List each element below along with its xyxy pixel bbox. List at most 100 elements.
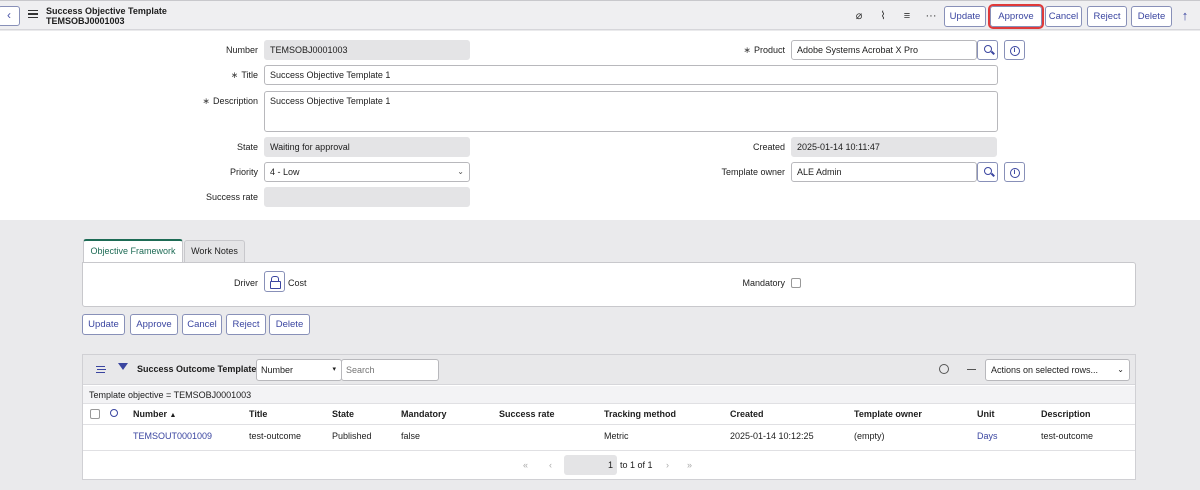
- product-field[interactable]: Adobe Systems Acrobat X Pro: [791, 40, 977, 60]
- title-label: ∗ Title: [230, 70, 258, 80]
- header-update-button[interactable]: Update: [944, 6, 986, 27]
- attachment-icon[interactable]: ⌀: [853, 10, 865, 22]
- column-header-number[interactable]: Number ▲: [133, 408, 176, 422]
- mandatory-checkbox[interactable]: [791, 278, 801, 288]
- sort-ascending-icon: ▲: [169, 412, 177, 419]
- update-button[interactable]: Update: [82, 314, 125, 335]
- more-icon[interactable]: ···: [925, 10, 937, 22]
- search-field-select[interactable]: Number ▾: [256, 359, 342, 381]
- column-header-title[interactable]: Title: [249, 408, 267, 420]
- column-header-success-rate[interactable]: Success rate: [499, 408, 555, 420]
- template-owner-lookup-button[interactable]: [977, 162, 998, 182]
- table-cell-title: test-outcome: [249, 431, 302, 441]
- record-form: Number TEMSOBJ0001003 ∗ Title Success Obj…: [0, 31, 1200, 220]
- column-header-created[interactable]: Created: [730, 408, 764, 420]
- table-cell-description: test-outcome: [1041, 431, 1094, 441]
- template-owner-field[interactable]: ALE Admin: [791, 162, 977, 182]
- arrow-up-icon[interactable]: ↑: [1178, 8, 1192, 24]
- column-header-template-owner[interactable]: Template owner: [854, 408, 922, 420]
- list-search-input[interactable]: [341, 359, 439, 381]
- search-icon: [983, 167, 992, 175]
- form-header: ‹ Success Objective Template TEMSOBJ0001…: [0, 0, 1200, 30]
- driver-value: Cost: [288, 278, 307, 288]
- chevron-left-icon: ‹: [7, 8, 11, 22]
- search-icon: [983, 45, 992, 53]
- info-icon: i: [1009, 168, 1020, 178]
- pager-text: to 1 of 1: [620, 460, 653, 470]
- table-cell-tracking-method: Metric: [604, 431, 629, 441]
- success-rate-field: [264, 187, 470, 207]
- activity-icon[interactable]: ⌇: [877, 10, 889, 22]
- related-list: Success Outcome Templates Number▾ Action…: [82, 354, 1136, 480]
- lock-icon[interactable]: [264, 271, 285, 292]
- product-lookup-button[interactable]: [977, 40, 998, 60]
- column-header-mandatory[interactable]: Mandatory: [401, 408, 447, 420]
- tab-work-notes[interactable]: Work Notes: [184, 240, 245, 262]
- back-button[interactable]: ‹: [0, 6, 20, 26]
- success-rate-label: Success rate: [205, 192, 258, 202]
- select-all-checkbox[interactable]: [90, 409, 100, 419]
- template-owner-label: Template owner: [721, 167, 785, 177]
- filter-icon[interactable]: [118, 363, 128, 370]
- collapse-icon[interactable]: [967, 369, 976, 371]
- list-menu-icon-bar: [97, 369, 106, 371]
- description-field[interactable]: Success Objective Template 1: [264, 91, 998, 132]
- filter-breadcrumb[interactable]: Template objective = TEMSOBJ0001003: [83, 386, 1135, 404]
- row-divider: [83, 450, 1135, 451]
- column-header-tracking-method[interactable]: Tracking method: [604, 408, 676, 420]
- table-cell-unit[interactable]: Days: [977, 430, 998, 442]
- chevron-down-icon: ⌄: [457, 167, 464, 176]
- header-reject-button[interactable]: Reject: [1087, 6, 1127, 27]
- related-list-title: Success Outcome Templates: [137, 364, 262, 374]
- column-search-icon[interactable]: [110, 409, 118, 417]
- state-field: Waiting for approval: [264, 137, 470, 157]
- header-divider: [83, 424, 1135, 425]
- header-delete-button[interactable]: Delete: [1131, 6, 1172, 27]
- required-icon: ∗: [743, 45, 751, 55]
- driver-label: Driver: [234, 278, 258, 288]
- title-field[interactable]: Success Objective Template 1: [264, 65, 998, 85]
- table-cell-mandatory: false: [401, 431, 421, 441]
- header-approve-button[interactable]: Approve: [988, 4, 1044, 29]
- page-input[interactable]: 1: [564, 455, 617, 475]
- table-cell-number[interactable]: TEMSOUT0001009: [133, 430, 212, 442]
- first-page-icon[interactable]: «: [523, 455, 528, 475]
- hamburger-menu-icon[interactable]: [28, 10, 38, 18]
- tab-objective-framework[interactable]: Objective Framework: [83, 239, 183, 262]
- column-header-description[interactable]: Description: [1041, 408, 1091, 420]
- reject-button[interactable]: Reject: [226, 314, 266, 335]
- required-icon: ∗: [202, 96, 210, 106]
- record-title: Success Objective Template: [46, 6, 167, 16]
- description-label: ∗ Description: [202, 96, 258, 106]
- priority-label: Priority: [229, 167, 258, 177]
- related-list-toolbar: Success Outcome Templates Number▾ Action…: [83, 355, 1135, 385]
- cancel-button[interactable]: Cancel: [182, 314, 222, 335]
- delete-button[interactable]: Delete: [269, 314, 310, 335]
- table-cell-template-owner: (empty): [854, 431, 885, 441]
- state-label: State: [236, 142, 258, 152]
- product-label: ∗ Product: [743, 45, 785, 55]
- priority-select[interactable]: 4 - Low ⌄: [264, 162, 470, 182]
- template-owner-info-button[interactable]: i: [1004, 162, 1025, 182]
- last-page-icon[interactable]: »: [687, 455, 692, 475]
- created-label: Created: [752, 142, 785, 152]
- record-number: TEMSOBJ0001003: [46, 16, 125, 26]
- chevron-down-icon: ⌄: [1117, 365, 1124, 374]
- column-header-unit[interactable]: Unit: [977, 408, 995, 420]
- gear-icon[interactable]: [939, 364, 949, 374]
- next-page-icon[interactable]: ›: [666, 455, 669, 475]
- previous-page-icon[interactable]: ‹: [549, 455, 552, 475]
- settings-sliders-icon[interactable]: ≡: [901, 10, 913, 22]
- actions-select[interactable]: Actions on selected rows... ⌄: [985, 359, 1130, 381]
- table-cell-state: Published: [332, 431, 372, 441]
- caret-down-icon: ▾: [332, 366, 336, 373]
- number-field: TEMSOBJ0001003: [264, 40, 470, 60]
- created-field: 2025-01-14 10:11:47: [791, 137, 997, 157]
- mandatory-label: Mandatory: [742, 278, 785, 288]
- info-icon: i: [1009, 46, 1020, 56]
- table-cell-created: 2025-01-14 10:12:25: [730, 431, 814, 441]
- approve-button[interactable]: Approve: [130, 314, 178, 335]
- column-header-state[interactable]: State: [332, 408, 354, 420]
- header-cancel-button[interactable]: Cancel: [1045, 6, 1082, 27]
- product-info-button[interactable]: i: [1004, 40, 1025, 60]
